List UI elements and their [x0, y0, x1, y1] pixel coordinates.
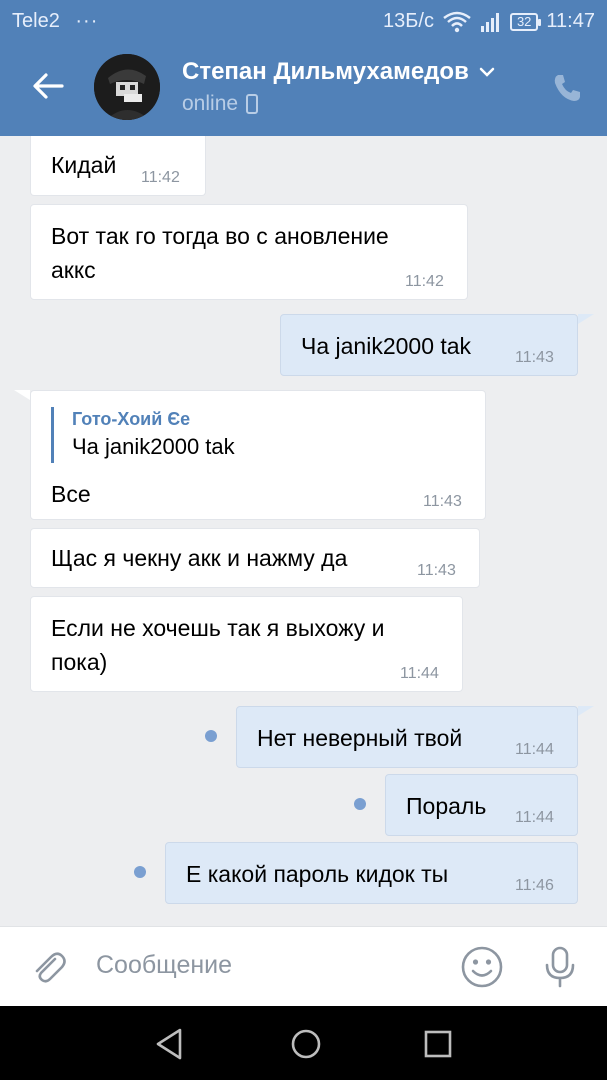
incoming-message[interactable]: Если не хочешь так я выхожу и пока) 11:4…: [30, 596, 463, 692]
message-time: 11:43: [515, 349, 554, 366]
chat-header: Степан Дильмухамедов online: [0, 42, 607, 136]
incoming-message[interactable]: Гото-Хоий Єе Ча janik2000 tak Все 11:43: [30, 390, 486, 520]
unread-dot: [134, 866, 146, 878]
message-input[interactable]: Сообщение: [96, 951, 232, 980]
phone-icon[interactable]: [551, 72, 583, 104]
contact-name: Степан Дильмухамедов: [182, 58, 469, 85]
message-text: Е какой пароль кидок ты: [186, 861, 449, 887]
contact-name-row[interactable]: Степан Дильмухамедов: [182, 58, 495, 86]
message-time: 11:44: [400, 665, 439, 682]
status-left: Tele2 ···: [12, 10, 98, 33]
bubble-tail: [578, 314, 594, 324]
status-bar: Tele2 ··· 13Б/с 32 11:47: [0, 0, 607, 42]
message-text-line: пока): [51, 649, 108, 675]
message-list[interactable]: Кидай 11:42 Вот так го тогда во с ановле…: [0, 136, 607, 926]
message-text: Кидай: [51, 152, 117, 178]
chevron-down-icon: [479, 67, 495, 77]
incoming-message[interactable]: Вот так го тогда во с ановление аккс 11:…: [30, 204, 468, 300]
unread-dot: [354, 798, 366, 810]
message-text: Нет неверный твой: [257, 725, 463, 751]
bubble-tail: [14, 390, 30, 400]
message-text: Ча janik2000 tak: [301, 333, 472, 359]
back-arrow-icon[interactable]: [28, 66, 68, 106]
message-text: Щас я чекну акк и нажму да: [51, 545, 348, 571]
message-text-line: аккс: [51, 257, 96, 283]
message-text: Пораль: [406, 793, 487, 819]
signal-icon: [480, 12, 499, 32]
message-time: 11:43: [423, 493, 462, 510]
outgoing-message[interactable]: Ча janik2000 tak 11:43: [280, 314, 578, 376]
top-bar: Tele2 ··· 13Б/с 32 11:47 Степан Дильмуха…: [0, 0, 607, 136]
paperclip-icon[interactable]: [28, 947, 68, 987]
message-text: Все: [51, 481, 91, 507]
message-time: 11:44: [515, 741, 554, 758]
message-text-line: Вот так го тогда во с ановление: [51, 223, 389, 249]
avatar[interactable]: [94, 54, 160, 120]
presence-status: online: [182, 92, 259, 116]
bubble-tail: [578, 706, 594, 716]
quote-text: Ча janik2000 tak: [72, 434, 235, 459]
nav-recent-icon[interactable]: [418, 1024, 458, 1064]
nav-home-icon[interactable]: [286, 1024, 326, 1064]
message-time: 11:46: [515, 877, 554, 894]
message-time: 11:44: [515, 809, 554, 826]
message-time: 11:43: [417, 562, 456, 579]
incoming-message[interactable]: Щас я чекну акк и нажму да 11:43: [30, 528, 480, 588]
outgoing-message[interactable]: Пораль 11:44: [385, 774, 578, 836]
status-right: 13Б/с 32 11:47: [383, 10, 595, 33]
notification-dots: ···: [75, 10, 99, 32]
smile-icon[interactable]: [460, 945, 504, 989]
carrier-label: Tele2: [12, 10, 60, 32]
reply-quote[interactable]: Гото-Хоий Єе Ча janik2000 tak: [51, 407, 235, 463]
battery-indicator: 32: [509, 12, 542, 31]
quote-author: Гото-Хоий Єе: [72, 409, 191, 429]
nav-back-icon[interactable]: [150, 1024, 190, 1064]
unread-dot: [205, 730, 217, 742]
message-time: 11:42: [405, 273, 444, 290]
outgoing-message[interactable]: Нет неверный твой 11:44: [236, 706, 578, 768]
incoming-message[interactable]: Кидай 11:42: [30, 136, 206, 196]
microphone-icon[interactable]: [540, 945, 580, 989]
clock: 11:47: [546, 10, 595, 32]
outgoing-message[interactable]: Е какой пароль кидок ты 11:46: [165, 842, 578, 904]
message-text-line: Если не хочешь так я выхожу и: [51, 615, 385, 641]
mobile-icon: [246, 94, 259, 114]
message-time: 11:42: [141, 169, 180, 186]
wifi-icon: [443, 11, 471, 32]
presence-label: online: [182, 92, 239, 115]
system-nav-bar: [0, 1006, 607, 1080]
message-composer: Сообщение: [0, 926, 607, 1006]
network-speed: 13Б/с: [383, 10, 434, 32]
avatar-image: [94, 54, 160, 120]
